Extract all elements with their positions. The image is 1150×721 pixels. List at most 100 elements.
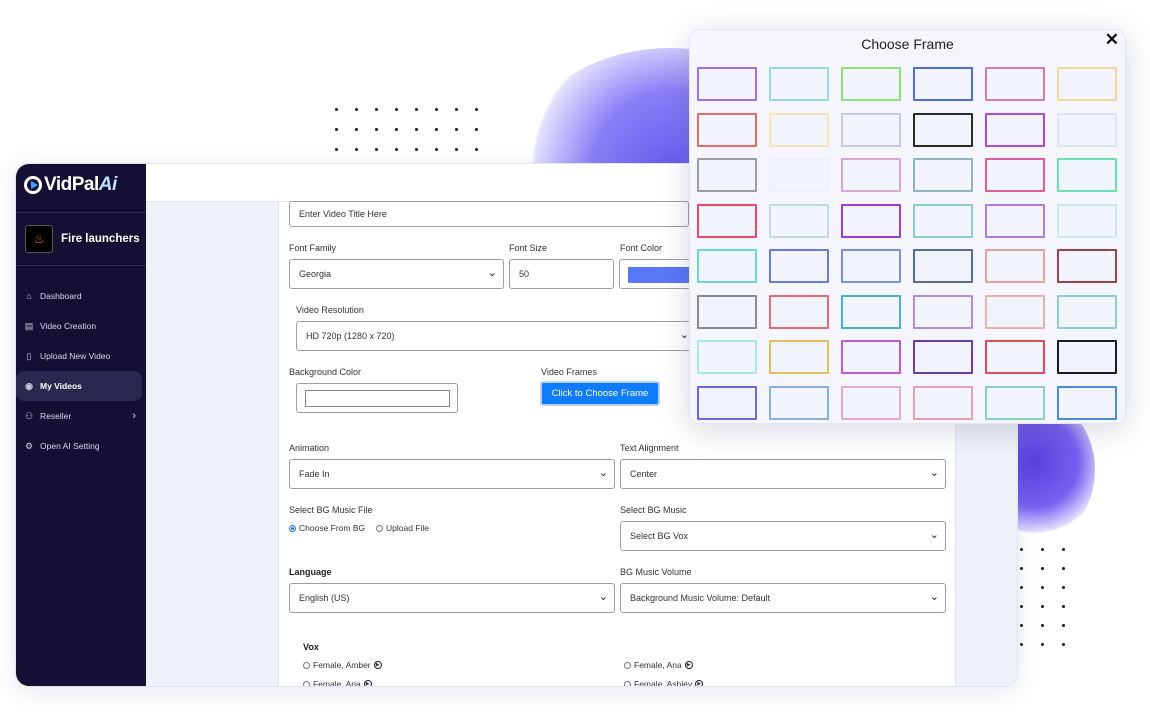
font-size-input[interactable]: 50 <box>509 259 614 289</box>
frame-option[interactable] <box>769 385 829 420</box>
frame-option[interactable] <box>697 340 757 374</box>
radio-upload-file[interactable]: Upload File <box>376 523 429 533</box>
frame-option[interactable] <box>985 112 1045 147</box>
video-title-input[interactable]: Enter Video Title Here <box>289 201 689 227</box>
frame-option[interactable] <box>913 294 973 329</box>
play-preview-icon[interactable]: ▶ <box>363 680 372 686</box>
frame-option[interactable] <box>769 340 829 374</box>
voice-option[interactable]: Female, Ashley ▶ <box>624 679 704 686</box>
frame-option[interactable] <box>985 249 1045 283</box>
frame-option[interactable] <box>697 112 757 147</box>
frame-option[interactable] <box>985 203 1045 238</box>
frame-option[interactable] <box>913 203 973 238</box>
sidebar: VidPalAi ♨ Fire launchers ⌂ Dashboard ▤ Vid… <box>16 164 146 686</box>
frame-option[interactable] <box>913 340 973 374</box>
frame-option[interactable] <box>1057 158 1117 192</box>
font-color-picker[interactable] <box>619 259 699 289</box>
frame-option[interactable] <box>769 158 829 192</box>
sidebar-item-upload-new-video[interactable]: ▯ Upload New Video <box>16 341 146 371</box>
video-resolution-select[interactable]: HD 720p (1280 x 720) <box>296 321 696 351</box>
animation-select[interactable]: Fade In <box>289 459 615 489</box>
voice-label: Female, Amber <box>313 660 371 670</box>
text-alignment-label: Text Alignment <box>620 443 679 453</box>
frame-option[interactable] <box>697 203 757 238</box>
bg-music-select[interactable]: Select BG Vox <box>620 521 946 551</box>
play-logo-icon <box>24 176 42 194</box>
frame-option[interactable] <box>913 249 973 283</box>
frame-option[interactable] <box>841 67 901 101</box>
frame-option[interactable] <box>1057 385 1117 420</box>
play-preview-icon[interactable]: ▶ <box>695 680 704 686</box>
frame-option[interactable] <box>1057 203 1117 238</box>
voice-option[interactable]: Female, Aria ▶ <box>303 679 372 686</box>
frame-option[interactable] <box>1057 112 1117 147</box>
frame-option[interactable] <box>985 340 1045 374</box>
frame-option[interactable] <box>913 112 973 147</box>
frame-option[interactable] <box>841 294 901 329</box>
sidebar-item-label: Video Creation <box>40 321 97 331</box>
frame-option[interactable] <box>985 294 1045 329</box>
font-color-swatch <box>628 267 690 283</box>
text-alignment-select[interactable]: Center <box>620 459 946 489</box>
frame-option[interactable] <box>1057 340 1117 374</box>
play-preview-icon[interactable]: ▶ <box>373 661 382 669</box>
language-select[interactable]: English (US) <box>289 583 615 613</box>
voice-option[interactable]: Female, Ana ▶ <box>624 660 693 670</box>
choose-frame-button[interactable]: Click to Choose Frame <box>540 381 660 406</box>
profile[interactable]: ♨ Fire launchers <box>25 225 140 253</box>
frame-option[interactable] <box>1057 249 1117 283</box>
frame-option[interactable] <box>913 158 973 192</box>
close-icon[interactable]: ✕ <box>1105 30 1119 50</box>
background-color-swatch <box>305 390 450 407</box>
sidebar-item-label: Upload New Video <box>40 351 111 361</box>
background-color-picker[interactable] <box>296 383 458 413</box>
frame-option[interactable] <box>985 385 1045 420</box>
sidebar-item-label: Open AI Setting <box>40 441 100 451</box>
frame-option[interactable] <box>769 67 829 101</box>
frame-option[interactable] <box>697 294 757 329</box>
frame-option[interactable] <box>841 385 901 420</box>
font-family-label: Font Family <box>289 243 337 253</box>
sidebar-item-reseller[interactable]: ⚇ Reseller › <box>16 401 146 431</box>
play-preview-icon[interactable]: ▶ <box>684 661 693 669</box>
frame-option[interactable] <box>841 340 901 374</box>
user-gear-icon: ⚙ <box>24 440 34 451</box>
radio-icon <box>376 524 383 532</box>
frame-option[interactable] <box>769 249 829 283</box>
voice-label: Female, Ana <box>634 660 682 670</box>
frame-option[interactable] <box>697 385 757 420</box>
font-family-select[interactable]: Georgia <box>289 259 504 289</box>
frame-option[interactable] <box>985 67 1045 101</box>
video-resolution-label: Video Resolution <box>296 305 364 315</box>
frame-option[interactable] <box>697 249 757 283</box>
sidebar-item-dashboard[interactable]: ⌂ Dashboard <box>16 281 146 311</box>
frame-option[interactable] <box>913 67 973 101</box>
frame-option[interactable] <box>841 158 901 192</box>
frame-option[interactable] <box>769 112 829 147</box>
frame-option[interactable] <box>841 112 901 147</box>
chevron-right-icon: › <box>132 410 136 422</box>
brand-logo[interactable]: VidPalAi <box>24 174 117 196</box>
frame-option[interactable] <box>841 249 901 283</box>
bg-music-label: Select BG Music <box>620 505 687 515</box>
screenshot-stage: VidPalAi ♨ Fire launchers ⌂ Dashboard ▤ Vid… <box>0 0 1150 721</box>
frame-option[interactable] <box>913 385 973 420</box>
frame-option[interactable] <box>985 158 1045 192</box>
radio-icon <box>303 661 310 669</box>
frame-option[interactable] <box>1057 67 1117 101</box>
home-icon: ⌂ <box>26 291 32 301</box>
frame-option[interactable] <box>697 158 757 192</box>
frame-option[interactable] <box>769 294 829 329</box>
frame-option[interactable] <box>841 203 901 238</box>
sidebar-item-video-creation[interactable]: ▤ Video Creation <box>16 311 146 341</box>
decorative-dots <box>1020 548 1065 646</box>
sidebar-item-my-videos[interactable]: ◉ My Videos <box>16 371 142 401</box>
sidebar-item-open-ai-setting[interactable]: ⚙ Open AI Setting <box>16 431 146 461</box>
frame-option[interactable] <box>697 67 757 101</box>
frame-option[interactable] <box>1057 294 1117 329</box>
frame-option[interactable] <box>769 203 829 238</box>
bg-volume-select[interactable]: Background Music Volume: Default <box>620 583 946 613</box>
radio-choose-from-bg[interactable]: Choose From BG <box>289 523 365 533</box>
voice-option[interactable]: Female, Amber ▶ <box>303 660 382 670</box>
bg-volume-label: BG Music Volume <box>620 567 692 577</box>
